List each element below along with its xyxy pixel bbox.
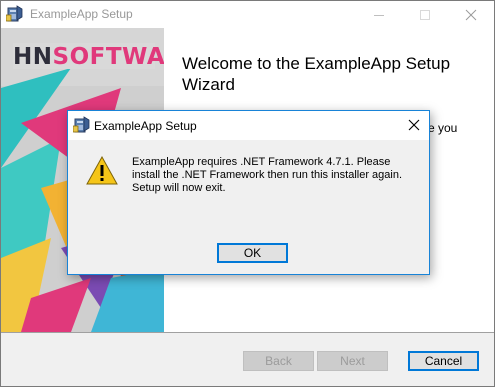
- cancel-button[interactable]: Cancel: [408, 351, 479, 371]
- error-dialog: ExampleApp Setup ExampleApp requires .NE…: [67, 110, 430, 275]
- dialog-title: ExampleApp Setup: [94, 119, 197, 133]
- installer-icon: [72, 116, 91, 134]
- installer-icon: [5, 5, 24, 23]
- dialog-close-button[interactable]: [398, 111, 429, 140]
- close-icon: [408, 119, 420, 131]
- wizard-footer: Back Next Cancel: [1, 333, 494, 386]
- dialog-message: ExampleApp requires .NET Framework 4.7.1…: [132, 156, 403, 194]
- logo-text: HNSOFTWARE: [13, 44, 164, 70]
- maximize-icon: [420, 10, 430, 20]
- wizard-heading: Welcome to the ExampleApp Setup Wizard: [182, 54, 451, 94]
- next-button[interactable]: Next: [317, 351, 388, 371]
- minimize-icon: [374, 15, 384, 16]
- maximize-button[interactable]: [402, 1, 448, 28]
- minimize-button[interactable]: [356, 1, 402, 28]
- banner-logo: HNSOFTWARE: [13, 44, 164, 70]
- back-button[interactable]: Back: [243, 351, 314, 371]
- window-title: ExampleApp Setup: [30, 7, 133, 21]
- warning-icon: [86, 155, 118, 186]
- dialog-body: ExampleApp requires .NET Framework 4.7.1…: [68, 140, 429, 274]
- ok-button[interactable]: OK: [217, 243, 288, 263]
- wizard-body-text: e you: [428, 121, 458, 135]
- dialog-title-bar[interactable]: ExampleApp Setup: [68, 111, 429, 140]
- title-bar[interactable]: ExampleApp Setup: [1, 1, 494, 28]
- close-button[interactable]: [448, 1, 494, 28]
- close-icon: [465, 9, 477, 21]
